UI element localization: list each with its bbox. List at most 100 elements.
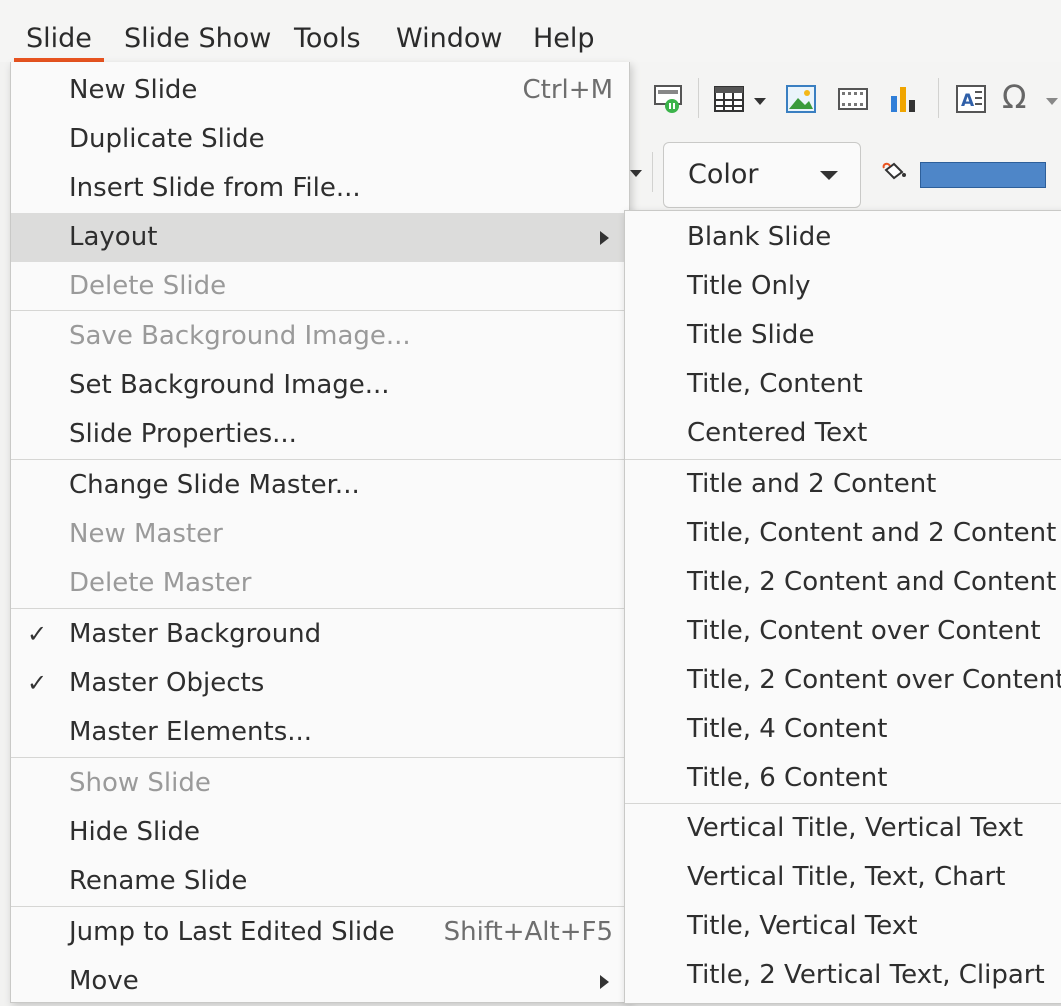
- table-dropdown-arrow[interactable]: [754, 98, 766, 105]
- menu-item-delete-slide[interactable]: Delete Slide: [11, 262, 629, 311]
- fill-color-swatch[interactable]: [920, 162, 1046, 188]
- menu-item-label: Hide Slide: [69, 817, 200, 847]
- submenu-item-label: Title, 4 Content: [687, 714, 888, 744]
- fill-icon[interactable]: [882, 160, 912, 188]
- menu-separator: [11, 310, 629, 311]
- menu-item-slide-properties[interactable]: Slide Properties...: [11, 410, 629, 459]
- submenu-item-label: Title, Content: [687, 369, 863, 399]
- chevron-down-icon: [820, 171, 838, 180]
- menu-item-change-slide-master[interactable]: Change Slide Master...: [11, 461, 629, 510]
- standard-toolbar: A Ω: [630, 62, 1061, 134]
- menu-item-new-master[interactable]: New Master: [11, 510, 629, 559]
- layout-title-content-and-2-content[interactable]: Title, Content and 2 Content: [625, 509, 1061, 558]
- submenu-item-label: Vertical Title, Text, Chart: [687, 862, 1006, 892]
- submenu-item-label: Title, Vertical Text: [687, 911, 918, 941]
- menu-item-label: Slide Properties...: [69, 419, 297, 449]
- area-style-dropdown[interactable]: Color: [663, 142, 861, 208]
- submenu-item-label: Title, 2 Vertical Text, Clipart: [687, 960, 1045, 990]
- menu-separator: [11, 906, 629, 907]
- special-character-icon[interactable]: Ω: [1002, 80, 1036, 114]
- menu-item-label: Delete Slide: [69, 271, 227, 301]
- submenu-item-label: Title, 2 Content and Content: [687, 567, 1057, 597]
- menu-item-label: Set Background Image...: [69, 370, 390, 400]
- menu-item-new-slide[interactable]: New Slide Ctrl+M: [11, 66, 629, 115]
- submenu-item-label: Title Slide: [687, 320, 815, 350]
- submenu-item-label: Title, 2 Content over Content: [687, 665, 1061, 695]
- menu-separator: [11, 608, 629, 609]
- area-style-value: Color: [688, 159, 759, 190]
- submenu-item-label: Title Only: [687, 271, 811, 301]
- textbox-icon[interactable]: A: [954, 82, 988, 116]
- menu-item-master-elements[interactable]: Master Elements...: [11, 708, 629, 757]
- submenu-item-label: Title, Content over Content: [687, 616, 1041, 646]
- layout-title-only[interactable]: Title Only: [625, 262, 1061, 311]
- menu-item-layout[interactable]: Layout: [11, 213, 629, 262]
- menu-item-label: Master Background: [69, 619, 322, 649]
- menu-item-duplicate-slide[interactable]: Duplicate Slide: [11, 115, 629, 164]
- layout-title-content[interactable]: Title, Content: [625, 360, 1061, 409]
- menu-help[interactable]: Help: [521, 16, 607, 62]
- layout-title-2-content-and-content[interactable]: Title, 2 Content and Content: [625, 558, 1061, 607]
- menu-item-label: New Slide: [69, 75, 198, 105]
- menu-item-label: Rename Slide: [69, 866, 248, 896]
- submenu-item-label: Blank Slide: [687, 222, 832, 252]
- menu-item-jump-to-last-edited-slide[interactable]: Jump to Last Edited Slide Shift+Alt+F5: [11, 908, 629, 957]
- layout-vertical-title-text-chart[interactable]: Vertical Title, Text, Chart: [625, 853, 1061, 902]
- menu-item-label: Insert Slide from File...: [69, 173, 361, 203]
- layout-title-2-vertical-text-clipart[interactable]: Title, 2 Vertical Text, Clipart: [625, 951, 1061, 1000]
- menu-tools[interactable]: Tools: [282, 16, 373, 62]
- menu-item-insert-slide-from-file[interactable]: Insert Slide from File...: [11, 164, 629, 213]
- menu-item-master-background[interactable]: ✓ Master Background: [11, 610, 629, 659]
- toolbar-separator: [652, 152, 653, 192]
- menu-item-set-background-image[interactable]: Set Background Image...: [11, 361, 629, 410]
- menu-item-label: Delete Master: [69, 568, 252, 598]
- line-style-dropdown-arrow[interactable]: [630, 170, 642, 177]
- menu-item-label: Master Objects: [69, 668, 265, 698]
- menu-window[interactable]: Window: [384, 16, 514, 62]
- layout-title-6-content[interactable]: Title, 6 Content: [625, 754, 1061, 803]
- layout-title-2-content-over-content[interactable]: Title, 2 Content over Content: [625, 656, 1061, 705]
- image-icon[interactable]: [784, 82, 818, 116]
- toolbar-separator: [698, 78, 699, 118]
- svg-text:A: A: [961, 91, 975, 111]
- menu-item-label: Duplicate Slide: [69, 124, 265, 154]
- menu-slide[interactable]: Slide: [14, 16, 104, 62]
- menu-item-label: Save Background Image...: [69, 321, 411, 351]
- menu-item-label: Layout: [69, 222, 158, 252]
- submenu-item-label: Vertical Title, Vertical Text: [687, 813, 1024, 843]
- chart-icon[interactable]: [886, 82, 920, 116]
- menu-slide-show[interactable]: Slide Show: [112, 16, 283, 62]
- media-icon[interactable]: [836, 82, 870, 116]
- layout-blank-slide[interactable]: Blank Slide: [625, 213, 1061, 262]
- slide-menu: New Slide Ctrl+M Duplicate Slide Insert …: [10, 62, 630, 1003]
- menu-item-show-slide[interactable]: Show Slide: [11, 759, 629, 808]
- special-character-dropdown-arrow[interactable]: [1046, 98, 1058, 105]
- submenu-item-label: Title, 6 Content: [687, 763, 888, 793]
- table-icon[interactable]: [712, 82, 746, 116]
- menu-item-label: Change Slide Master...: [69, 470, 360, 500]
- menu-item-label: Master Elements...: [69, 717, 313, 747]
- menu-item-label: New Master: [69, 519, 223, 549]
- layout-vertical-title-vertical-text[interactable]: Vertical Title, Vertical Text: [625, 804, 1061, 853]
- menu-separator: [11, 459, 629, 460]
- layout-centered-text[interactable]: Centered Text: [625, 409, 1061, 458]
- menu-item-delete-master[interactable]: Delete Master: [11, 559, 629, 608]
- menu-item-label: Show Slide: [69, 768, 211, 798]
- menu-item-hide-slide[interactable]: Hide Slide: [11, 808, 629, 857]
- menu-separator: [11, 757, 629, 758]
- layout-title-content-over-content[interactable]: Title, Content over Content: [625, 607, 1061, 656]
- menu-item-master-objects[interactable]: ✓ Master Objects: [11, 659, 629, 708]
- menu-item-label: Jump to Last Edited Slide: [69, 917, 395, 947]
- chevron-right-icon: [600, 231, 609, 245]
- menubar: Slide Slide Show Tools Window Help: [0, 0, 1061, 62]
- checkmark-icon: ✓: [27, 620, 48, 648]
- layout-title-vertical-text[interactable]: Title, Vertical Text: [625, 902, 1061, 951]
- menu-item-move[interactable]: Move: [11, 957, 629, 1006]
- layout-title-slide[interactable]: Title Slide: [625, 311, 1061, 360]
- layout-title-and-2-content[interactable]: Title and 2 Content: [625, 460, 1061, 509]
- presentation-icon[interactable]: [652, 82, 686, 116]
- menu-item-rename-slide[interactable]: Rename Slide: [11, 857, 629, 906]
- menu-item-save-background-image[interactable]: Save Background Image...: [11, 312, 629, 361]
- layout-title-4-content[interactable]: Title, 4 Content: [625, 705, 1061, 754]
- menu-item-shortcut: Shift+Alt+F5: [443, 917, 613, 947]
